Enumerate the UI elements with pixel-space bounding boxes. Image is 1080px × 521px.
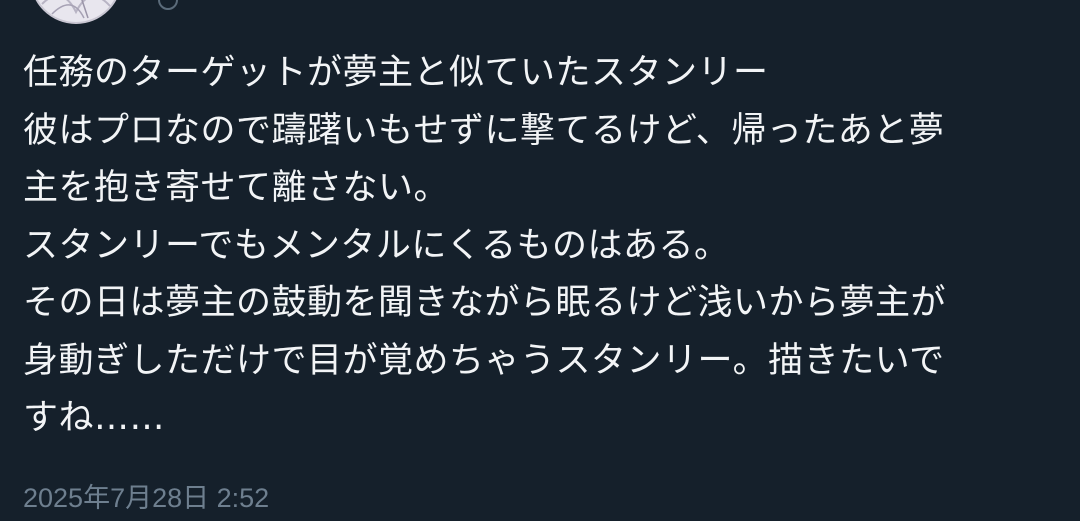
- tweet-timestamp[interactable]: 2025年7月28日 2:52: [23, 480, 269, 516]
- tweet-text-line: 身動ぎしただけで目が覚めちゃうスタンリー。描きたいで: [23, 340, 945, 381]
- profile-avatar-icon: [41, 0, 111, 19]
- at-sign-icon: [158, 0, 178, 10]
- tweet-text-line: その日は夢主の鼓動を聞きながら眠るけど浅いから夢主が: [23, 283, 947, 323]
- tweet-text-line: 任務のターゲットが夢主と似ていたスタンリー: [23, 53, 769, 93]
- tweet-text-line: 主を抱き寄せて離さない。: [23, 168, 450, 208]
- tweet-text-line: 彼はプロなので躊躇いもせずに撃てるけど、帰ったあと夢: [23, 110, 945, 151]
- tweet-text: 任務のターゲットが夢主と似ていたスタンリー 彼はプロなので躊躇いもせずに撃てるけ…: [23, 45, 1073, 448]
- tweet-text-line: スタンリーでもメンタルにくるものはある。: [23, 225, 730, 266]
- avatar[interactable]: [30, 0, 122, 24]
- tweet-text-line: すね……: [23, 398, 166, 438]
